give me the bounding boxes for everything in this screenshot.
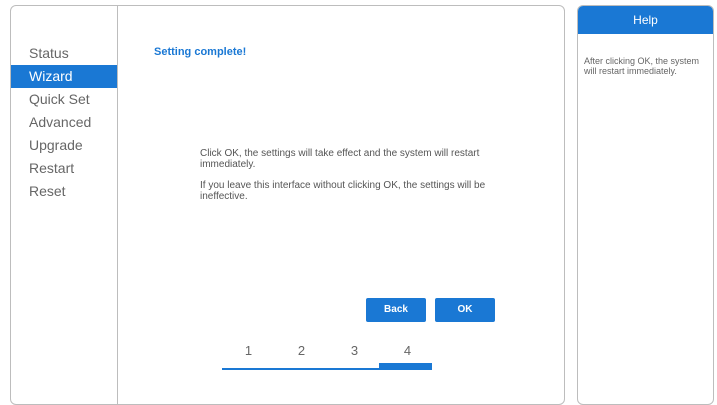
step-2: 2: [297, 343, 306, 358]
sidebar-item-wizard[interactable]: Wizard: [11, 65, 117, 88]
message-restart: Click OK, the settings will take effect …: [200, 148, 480, 170]
step-indicator: 1 2 3 4: [222, 343, 434, 373]
step-active-bar: [379, 363, 432, 370]
sidebar-item-restart[interactable]: Restart: [11, 157, 117, 180]
help-text: After clicking OK, the system will resta…: [584, 56, 700, 76]
sidebar-item-status[interactable]: Status: [11, 42, 117, 65]
sidebar-item-upgrade[interactable]: Upgrade: [11, 134, 117, 157]
ok-button[interactable]: OK: [435, 298, 495, 322]
message-warning: If you leave this interface without clic…: [200, 180, 486, 202]
sidebar-item-reset[interactable]: Reset: [11, 180, 117, 203]
sidebar-item-quick-set[interactable]: Quick Set: [11, 88, 117, 111]
page-title: Setting complete!: [154, 46, 247, 58]
wizard-content: Setting complete! Click OK, the settings…: [118, 6, 564, 404]
sidebar: Status Wizard Quick Set Advanced Upgrade…: [11, 6, 118, 404]
main-panel: Status Wizard Quick Set Advanced Upgrade…: [10, 5, 565, 405]
help-title: Help: [578, 6, 713, 34]
step-3: 3: [350, 343, 359, 358]
completion-message: Click OK, the settings will take effect …: [200, 148, 500, 212]
back-button[interactable]: Back: [366, 298, 426, 322]
help-panel: Help After clicking OK, the system will …: [577, 5, 714, 405]
step-4: 4: [403, 343, 412, 358]
sidebar-item-advanced[interactable]: Advanced: [11, 111, 117, 134]
step-1: 1: [244, 343, 253, 358]
